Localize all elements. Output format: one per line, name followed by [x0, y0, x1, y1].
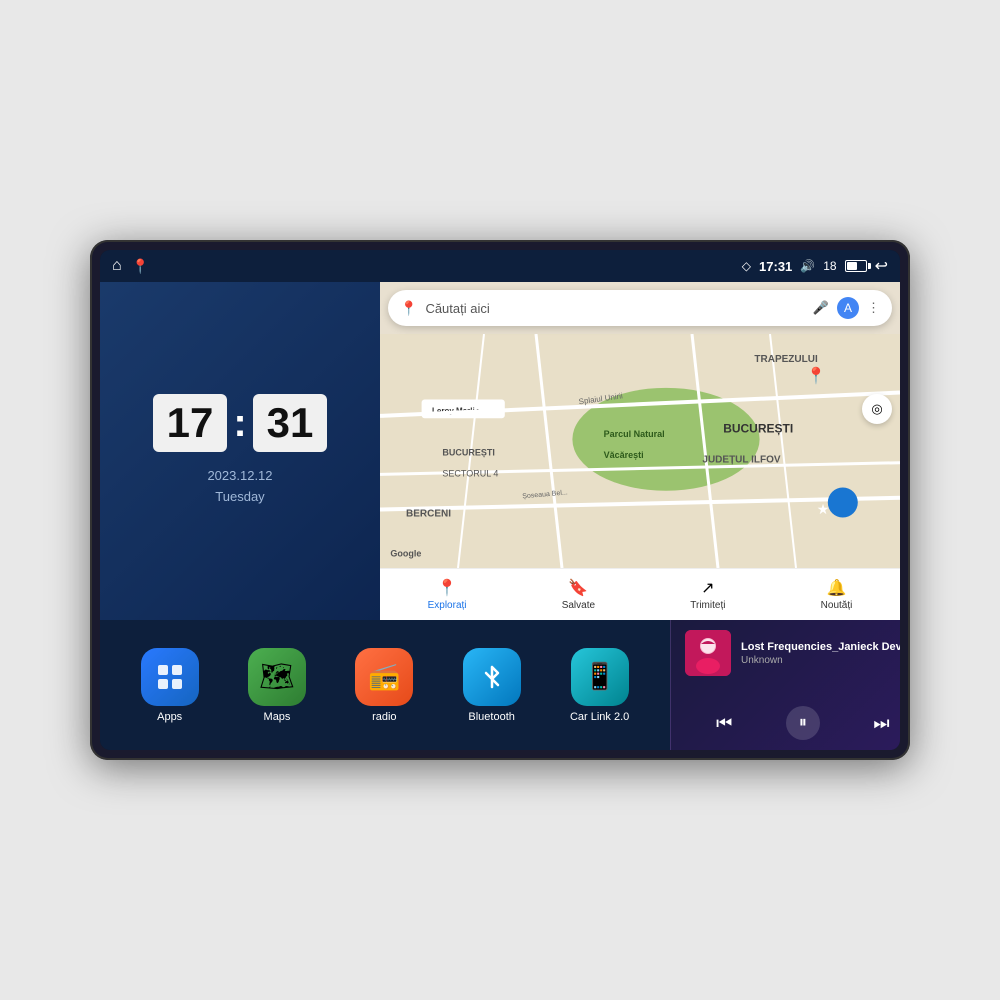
bluetooth-label: Bluetooth [468, 711, 514, 723]
explore-icon: 📍 [437, 578, 457, 598]
app-icon-radio[interactable]: 📻 radio [355, 648, 413, 723]
back-icon[interactable]: ↩ [875, 256, 888, 276]
next-button[interactable]: ⏭ [864, 706, 898, 740]
map-roads-svg: Parcul Natural Văcărești Leroy Merlin [380, 334, 900, 568]
app-icon-apps[interactable]: Apps [141, 648, 199, 723]
map-body[interactable]: Parcul Natural Văcărești Leroy Merlin [380, 334, 900, 568]
svg-text:TRAPEZULUI: TRAPEZULUI [754, 354, 818, 365]
app-icon-maps[interactable]: 🗺 Maps [248, 648, 306, 723]
map-search-icons: 🎤 A ⋮ [813, 297, 880, 319]
clock-day: Tuesday [207, 487, 272, 508]
music-thumbnail [685, 630, 731, 676]
battery-level: 18 [823, 259, 836, 273]
clock-minutes-block: 31 [253, 394, 328, 452]
radio-icon: 📻 [355, 648, 413, 706]
main-content: 17 : 31 2023.12.12 Tuesday [100, 282, 900, 750]
map-locate-button[interactable]: ◎ [862, 394, 892, 424]
music-title: Lost Frequencies_Janieck Devy-... [741, 641, 900, 653]
music-controls: ⏮ ⏸ ⏭ [685, 706, 900, 740]
explore-label: Explorați [428, 600, 467, 611]
clock-minutes: 31 [267, 402, 314, 444]
music-info: Lost Frequencies_Janieck Devy-... Unknow… [685, 630, 900, 676]
svg-text:BUCUREȘTI: BUCUREȘTI [442, 448, 495, 458]
clock-hours-block: 17 [153, 394, 228, 452]
clock-colon: : [233, 401, 246, 446]
music-artist: Unknown [741, 655, 900, 666]
clock-hours: 17 [167, 402, 214, 444]
svg-text:BUCUREȘTI: BUCUREȘTI [723, 421, 793, 435]
map-background: Parcul Natural Văcărești Leroy Merlin [380, 334, 900, 568]
app-icon-bluetooth[interactable]: Bluetooth [463, 648, 521, 723]
svg-text:Parcul Natural: Parcul Natural [604, 429, 665, 439]
car-head-unit: ⌂ 📍 ◇ 17:31 🔊 18 ↩ [90, 240, 910, 760]
carlink-label: Car Link 2.0 [570, 711, 629, 723]
map-search-text[interactable]: Căutați aici [425, 301, 812, 316]
saved-icon: 🔖 [568, 578, 588, 598]
map-nav-news[interactable]: 🔔 Noutăți [821, 578, 853, 611]
music-player: Lost Frequencies_Janieck Devy-... Unknow… [670, 620, 900, 750]
map-bottom-nav: 📍 Explorați 🔖 Salvate ↗ Trimiteți 🔔 [380, 568, 900, 620]
map-search-bar[interactable]: 📍 Căutați aici 🎤 A ⋮ [388, 290, 892, 326]
account-icon[interactable]: A [837, 297, 859, 319]
status-time: 17:31 [759, 259, 792, 274]
app-icon-carlink[interactable]: 📱 Car Link 2.0 [570, 648, 629, 723]
clock-date-value: 2023.12.12 [207, 466, 272, 487]
status-left: ⌂ 📍 [112, 257, 149, 275]
top-section: 17 : 31 2023.12.12 Tuesday [100, 282, 900, 620]
news-icon: 🔔 [827, 578, 847, 598]
status-right: ◇ 17:31 🔊 18 ↩ [742, 256, 888, 276]
map-section: 📍 Căutați aici 🎤 A ⋮ [380, 282, 900, 620]
radio-label: radio [372, 711, 396, 723]
svg-text:Google: Google [390, 548, 421, 558]
more-icon[interactable]: ⋮ [867, 300, 880, 316]
home-icon[interactable]: ⌂ [112, 257, 122, 275]
map-controls: ◎ [862, 394, 892, 424]
battery-icon [845, 260, 867, 272]
map-nav-explore[interactable]: 📍 Explorați [428, 578, 467, 611]
music-thumbnail-img [685, 630, 731, 676]
saved-label: Salvate [562, 600, 595, 611]
app-icons-section: Apps 🗺 Maps 📻 radio [100, 620, 670, 750]
bluetooth-icon [463, 648, 521, 706]
volume-icon: 🔊 [800, 259, 815, 273]
bottom-section: Apps 🗺 Maps 📻 radio [100, 620, 900, 750]
mic-icon[interactable]: 🎤 [813, 300, 829, 316]
map-nav-send[interactable]: ↗ Trimiteți [690, 578, 725, 611]
status-bar: ⌂ 📍 ◇ 17:31 🔊 18 ↩ [100, 250, 900, 282]
send-icon: ↗ [701, 578, 714, 598]
device-screen: ⌂ 📍 ◇ 17:31 🔊 18 ↩ [100, 250, 900, 750]
apps-label: Apps [157, 711, 182, 723]
maps-label: Maps [264, 711, 291, 723]
news-label: Noutăți [821, 600, 853, 611]
svg-text:BERCENI: BERCENI [406, 509, 451, 520]
clock-date: 2023.12.12 Tuesday [207, 466, 272, 508]
music-text: Lost Frequencies_Janieck Devy-... Unknow… [741, 641, 900, 666]
signal-icon: ◇ [742, 259, 751, 273]
svg-text:★: ★ [817, 501, 830, 517]
svg-text:Văcărești: Văcărești [604, 450, 644, 460]
map-pin-icon[interactable]: 📍 [132, 258, 149, 275]
svg-text:📍: 📍 [806, 366, 826, 385]
apps-icon [141, 648, 199, 706]
carlink-icon: 📱 [571, 648, 629, 706]
map-search-pin-icon: 📍 [400, 300, 417, 317]
clock-display: 17 : 31 [153, 394, 328, 452]
play-pause-button[interactable]: ⏸ [786, 706, 820, 740]
send-label: Trimiteți [690, 600, 725, 611]
maps-icon: 🗺 [248, 648, 306, 706]
prev-button[interactable]: ⏮ [707, 706, 741, 740]
map-nav-saved[interactable]: 🔖 Salvate [562, 578, 595, 611]
svg-text:JUDEȚUL ILFOV: JUDEȚUL ILFOV [702, 455, 780, 466]
svg-text:SECTORUL 4: SECTORUL 4 [442, 469, 498, 479]
clock-widget: 17 : 31 2023.12.12 Tuesday [100, 282, 380, 620]
